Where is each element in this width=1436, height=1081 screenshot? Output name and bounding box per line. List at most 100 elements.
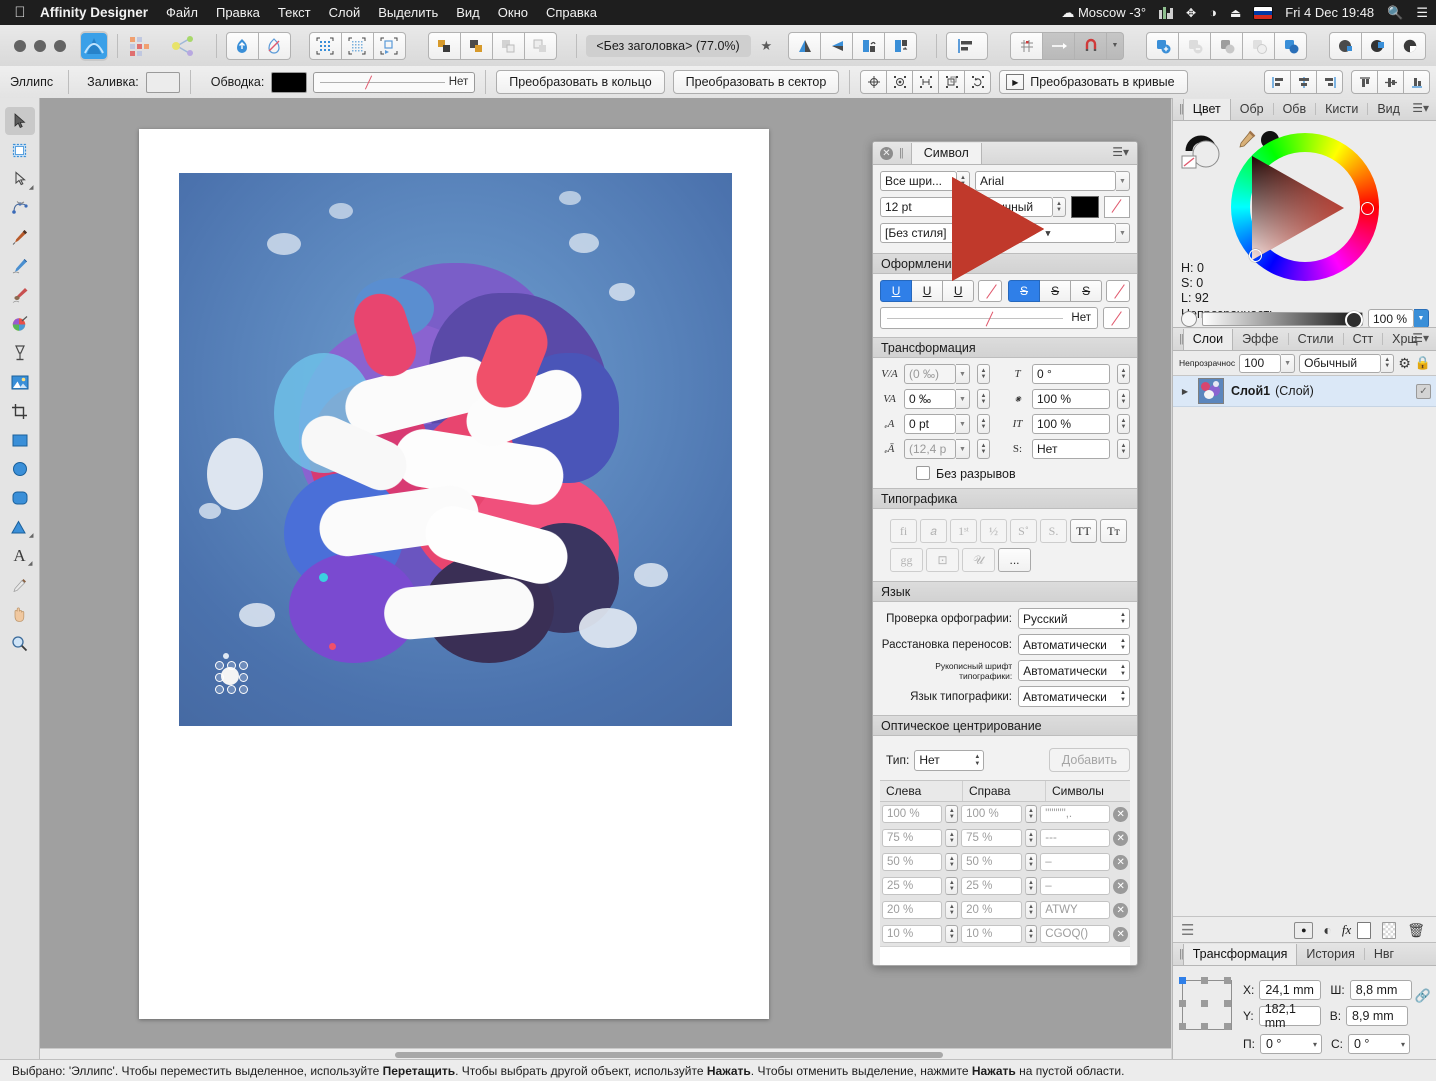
delete-row-icon[interactable]: ✕ [1113,806,1129,822]
framed-button[interactable]: ⊡ [926,548,959,572]
audio-meter-icon[interactable] [1159,6,1174,19]
row-right-value[interactable]: 10 % [961,925,1022,943]
kerning-dropdown[interactable]: ▼ [956,389,970,409]
saturation-lightness-knob[interactable] [1249,249,1262,262]
tab-layers[interactable]: Слои [1182,328,1234,350]
row-left-value[interactable]: 25 % [882,877,943,895]
add-shape-icon[interactable] [1146,31,1180,60]
delete-row-icon[interactable]: ✕ [1113,830,1129,846]
optical-table-empty-area[interactable] [880,946,1130,965]
delete-row-icon[interactable]: ✕ [1113,926,1129,942]
crop-tool[interactable] [5,397,35,425]
opacity-dropdown[interactable]: ▼ [1414,309,1429,328]
russian-flag-icon[interactable] [1254,6,1273,19]
document-page[interactable] [139,129,769,1019]
tab-brushes[interactable]: Кисти [1316,99,1367,120]
align-middle-v-icon[interactable] [1378,70,1404,94]
center-point-icon[interactable] [860,70,888,94]
snap-to-grid-icon[interactable] [373,31,406,60]
tab-navigator[interactable]: Нвг [1365,944,1403,965]
underline-double-button[interactable]: U [943,280,975,302]
row-right-stepper[interactable]: ▲ ▼ [1024,901,1038,919]
anchor-point-grid[interactable] [1179,977,1232,1030]
window-traffic-lights[interactable] [14,39,66,52]
merge-icon[interactable] [1362,31,1395,60]
layer-opacity-field[interactable]: 100 [1239,353,1282,373]
underline-single-button[interactable]: U [880,280,913,302]
horizontal-scale-stepper[interactable]: ▲ ▼ [1117,414,1130,434]
wifi-icon[interactable]: ◑ [1209,6,1217,19]
layer-visibility-checkbox[interactable]: ✓ [1416,383,1431,399]
layer-stack-icon[interactable]: ☰ [1181,921,1194,939]
move-tool[interactable] [4,107,35,135]
y-field[interactable]: 182,1 mm [1258,1002,1321,1030]
optical-add-button[interactable]: Добавить [1048,748,1130,772]
underline-word-button[interactable]: U [912,280,944,302]
row-chars-value[interactable]: """"",. [1040,805,1111,823]
row-chars-value[interactable]: – [1040,853,1111,871]
pixel-grid-icon[interactable] [341,31,374,60]
row-right-value[interactable]: 100 % [961,805,1022,823]
combine-icon[interactable] [1329,31,1363,60]
eyedropper-icon[interactable] [1235,129,1257,154]
strikethrough-double-button[interactable]: S [1071,280,1103,302]
snap-none-icon[interactable] [258,31,291,60]
favorite-star-icon[interactable]: ★ [761,38,773,54]
designer-persona-icon[interactable] [80,30,109,61]
tab-stroke[interactable]: Обв [1274,99,1316,120]
move-forward-icon[interactable] [460,31,493,60]
panel-menu-icon[interactable]: ☰▾ [1112,146,1129,158]
baseline-stepper[interactable]: ▲ ▼ [977,414,990,434]
delete-row-icon[interactable]: ✕ [1113,854,1129,870]
tracking-stepper[interactable]: ▲ ▼ [977,364,990,384]
export-persona-icon[interactable] [169,33,197,59]
skew-stepper[interactable]: ▲ ▼ [1117,364,1130,384]
snap-up-icon[interactable] [225,31,259,60]
align-left-icon[interactable] [946,31,989,60]
underline-none-button[interactable] [978,280,1002,302]
snap-options-dropdown[interactable]: ▼ [1107,31,1125,60]
section-language-header[interactable]: ▼ Язык [873,177,1137,602]
row-chars-value[interactable]: CGOQ() [1040,925,1111,943]
ordinals-button[interactable]: 1ˢᵗ [950,519,977,543]
selection-handles[interactable] [215,661,248,694]
alternates-button[interactable]: gg [890,548,923,572]
row-left-stepper[interactable]: ▲ ▼ [945,925,959,943]
ligatures-button[interactable]: fi [890,519,917,543]
menu-item-help[interactable]: Справка [546,5,597,20]
menu-item-text[interactable]: Текст [278,5,311,20]
vector-brush-tool[interactable] [5,281,35,309]
notification-center-icon[interactable]: ☰ [1416,6,1428,19]
text-no-color-swatch[interactable] [1104,196,1130,218]
table-row[interactable]: 75 % ▲ ▼ 75 % ▲ ▼ --- ✕ [880,826,1130,850]
strikethrough-word-button[interactable]: S [1040,280,1072,302]
section-typography-header[interactable]: ▼ Типографика [873,177,1137,509]
triangle-tool[interactable]: ◢ [5,513,35,541]
pen-tool[interactable] [5,223,35,251]
menu-item-layer[interactable]: Слой [329,5,361,20]
row-right-value[interactable]: 20 % [961,901,1022,919]
swap-fill-stroke-icon[interactable] [1181,129,1231,176]
decoration-style-field[interactable]: Нет [880,307,1098,329]
row-left-stepper[interactable]: ▲ ▼ [945,853,959,871]
menu-item-select[interactable]: Выделить [378,5,438,20]
strikethrough-single-button[interactable]: S [1008,280,1041,302]
row-left-value[interactable]: 10 % [882,925,943,943]
font-size-field[interactable]: 12 pt [880,197,956,217]
fill-swatch[interactable] [145,71,180,93]
text-tool[interactable]: A ◢ [5,542,35,570]
spellcheck-select[interactable]: Русский ▲ ▼ [1018,608,1130,629]
new-mask-icon[interactable] [1382,921,1397,939]
x-field[interactable]: 24,1 mm [1259,980,1322,1000]
table-row[interactable]: 20 % ▲ ▼ 20 % ▲ ▼ ATWY ✕ [880,898,1130,922]
row-right-stepper[interactable]: ▲ ▼ [1024,925,1038,943]
fill-tool[interactable] [5,310,35,338]
corner-tool[interactable] [5,194,35,222]
skew-field[interactable]: 0 ° [1032,364,1110,384]
baseline-field[interactable]: 0 pt [904,414,956,434]
align-right-icon[interactable] [1317,70,1343,94]
menu-item-file[interactable]: Файл [166,5,198,20]
row-right-stepper[interactable]: ▲ ▼ [1024,805,1038,823]
separate-icon[interactable] [1394,31,1427,60]
delete-row-icon[interactable]: ✕ [1113,878,1129,894]
